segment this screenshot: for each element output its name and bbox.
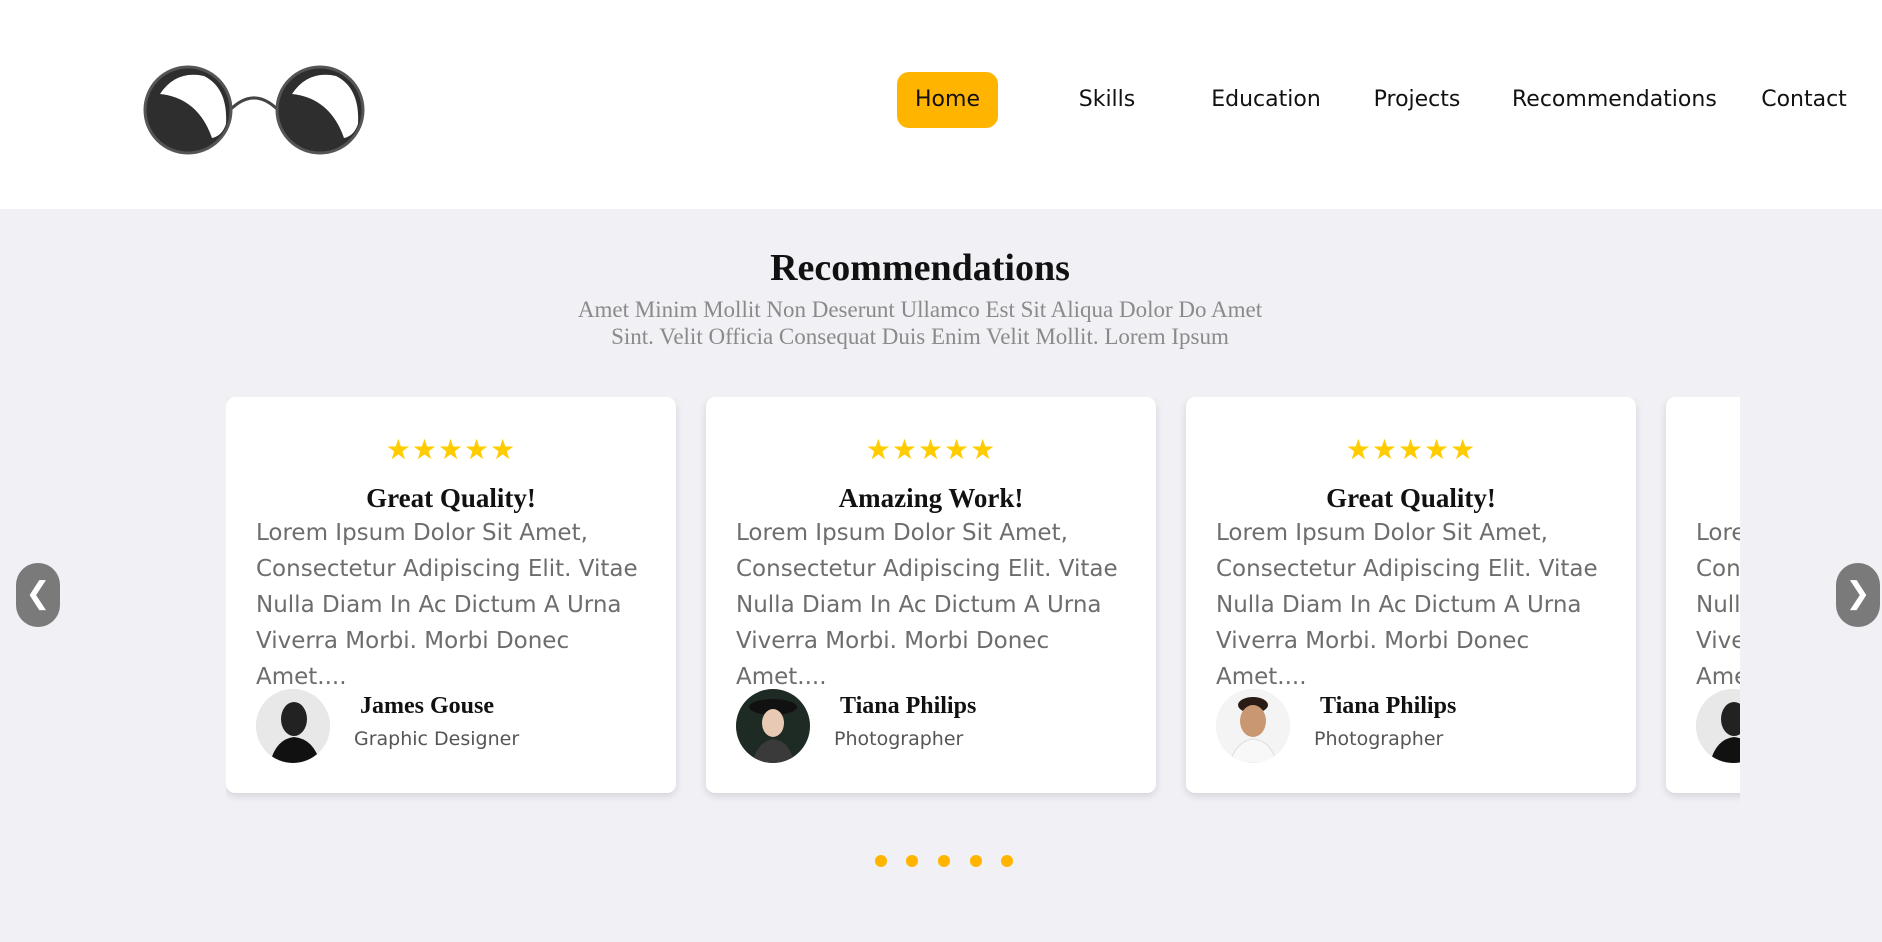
carousel-dot[interactable]	[906, 855, 918, 867]
card-text: Lorem Ipsum Dolor Sit Amet, Consectetur …	[736, 520, 1118, 690]
card-title: Great Quality!	[1326, 483, 1496, 513]
carousel-prev-button[interactable]: ❮	[16, 563, 60, 627]
person-name: James Gouse	[360, 693, 494, 719]
person-role: Photographer	[1314, 728, 1444, 750]
nav-contact[interactable]: Contact	[1760, 72, 1848, 128]
recommendation-card: ★★★★★ Great Quality! Lorem Ipsum Dolor S…	[1186, 397, 1636, 793]
person-avatar-icon	[736, 689, 810, 763]
person-avatar-icon	[1696, 689, 1740, 763]
section-subtitle-line-1: Amet Minim Mollit Non Deserunt Ullamco E…	[577, 297, 1263, 322]
nav-projects[interactable]: Projects	[1372, 72, 1462, 128]
carousel-dot[interactable]	[970, 855, 982, 867]
section-subtitle-line-2: Sint. Velit Officia Consequat Duis Enim …	[611, 324, 1229, 349]
card-title: Great Quality!	[366, 483, 536, 513]
carousel-next-button[interactable]: ❯	[1836, 563, 1880, 627]
person-role: Photographer	[834, 728, 964, 750]
rating-stars: ★★★★★	[1666, 433, 1740, 466]
section-title: Recommendations	[770, 247, 1070, 289]
card-text: Lorem Ipsum Dolor Sit Amet, Consectetur …	[256, 520, 638, 690]
carousel-dot[interactable]	[875, 855, 887, 867]
rating-stars: ★★★★★	[1345, 433, 1477, 466]
person-avatar-icon	[256, 689, 330, 763]
chevron-left-icon: ❮	[25, 576, 51, 611]
rating-stars: ★★★★★	[865, 433, 997, 466]
carousel-dot[interactable]	[938, 855, 950, 867]
card-text: Lorem Ipsum Dolor Sit Amet, Consectetur …	[1216, 520, 1598, 690]
person-name: Tiana Philips	[1320, 693, 1457, 719]
person-name: Tiana Philips	[840, 693, 977, 719]
person-role: Graphic Designer	[354, 728, 520, 750]
recommendation-card: ★★★★★ Great Quality! Lorem Ipsum Dolor S…	[226, 397, 676, 793]
nav-recommendations[interactable]: Recommendations	[1512, 72, 1717, 128]
card-title: Amazing Work!	[838, 483, 1024, 513]
person-avatar-icon	[1216, 689, 1290, 763]
recommendation-card: ★★★★★ Lorem Ipsum Dolor Sit Amet, Consec…	[1666, 397, 1740, 793]
card-text: Lorem Ipsum Dolor Sit Amet, Consectetur …	[1696, 520, 1740, 690]
nav-home[interactable]: Home	[897, 72, 998, 128]
carousel-dot[interactable]	[1001, 855, 1013, 867]
nav-skills[interactable]: Skills	[1071, 72, 1143, 128]
rating-stars: ★★★★★	[385, 433, 517, 466]
recommendations-carousel: ★★★★★ Great Quality! Lorem Ipsum Dolor S…	[226, 397, 1740, 807]
site-header: Home Skills Education Projects Recommend…	[0, 0, 1882, 209]
nav-education[interactable]: Education	[1210, 72, 1322, 128]
section-subtitle: Amet Minim Mollit Non Deserunt Ullamco E…	[540, 296, 1300, 350]
recommendation-card: ★★★★★ Amazing Work! Lorem Ipsum Dolor Si…	[706, 397, 1156, 793]
chevron-right-icon: ❯	[1845, 576, 1871, 611]
main-nav: Home Skills Education Projects Recommend…	[0, 72, 1882, 128]
